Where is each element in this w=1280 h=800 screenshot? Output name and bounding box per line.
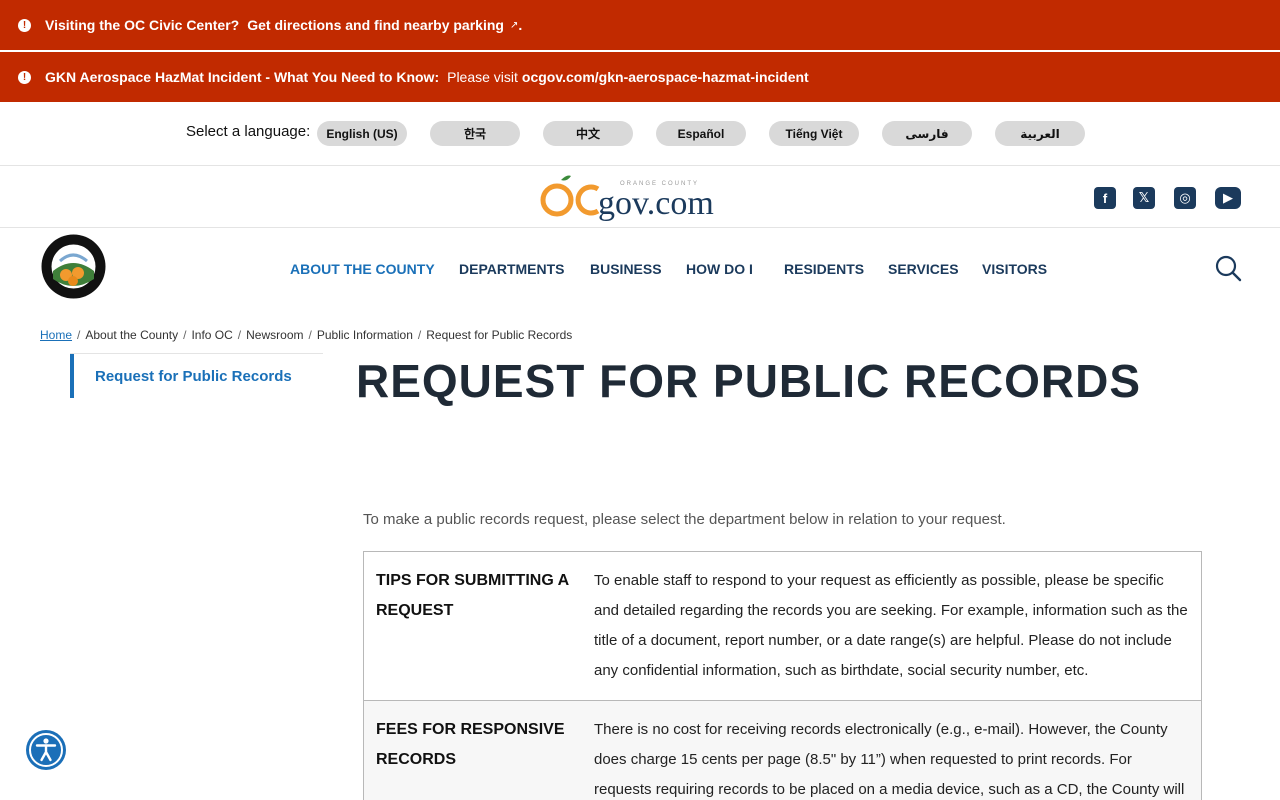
table-row-header: FEES FOR RESPONSIVE RECORDS: [376, 721, 565, 768]
breadcrumb-about[interactable]: About the County: [85, 328, 178, 342]
language-farsi[interactable]: فارسی: [882, 121, 972, 146]
info-table: TIPS FOR SUBMITTING A REQUEST To enable …: [363, 551, 1202, 800]
nav-services[interactable]: SERVICES: [888, 261, 959, 277]
breadcrumb: Home / About the County / Info OC / News…: [40, 328, 572, 342]
county-seal[interactable]: [40, 233, 107, 300]
alert-lead: Visiting the OC Civic Center?: [45, 17, 240, 33]
breadcrumb-separator: /: [308, 328, 312, 342]
brand-bar: gov.com ORANGE COUNTY f 𝕏 ◎ ▶: [0, 166, 1280, 228]
breadcrumb-info-oc[interactable]: Info OC: [191, 328, 232, 342]
youtube-icon[interactable]: ▶: [1215, 187, 1241, 209]
alert-banner-hazmat: ! GKN Aerospace HazMat Incident - What Y…: [0, 52, 1280, 102]
breadcrumb-separator: /: [77, 328, 81, 342]
breadcrumb-separator: /: [183, 328, 187, 342]
alert-icon: !: [18, 18, 31, 32]
table-row: FEES FOR RESPONSIVE RECORDS There is no …: [364, 701, 1201, 800]
search-icon: [1215, 255, 1242, 282]
language-english[interactable]: English (US): [317, 121, 407, 146]
page-title: REQUEST FOR PUBLIC RECORDS: [356, 355, 1142, 407]
table-row-header: TIPS FOR SUBMITTING A REQUEST: [376, 572, 569, 619]
language-spanish[interactable]: Español: [656, 121, 746, 146]
nav-visitors[interactable]: VISITORS: [982, 261, 1047, 277]
alert-icon: !: [18, 70, 31, 84]
accessibility-button[interactable]: [26, 730, 66, 770]
table-row-body: There is no cost for receiving records e…: [594, 721, 1185, 798]
breadcrumb-separator: /: [237, 328, 242, 342]
table-row-body: To enable staff to respond to your reque…: [594, 572, 1188, 679]
nav-departments[interactable]: DEPARTMENTS: [459, 261, 565, 277]
logo-tagline: ORANGE COUNTY: [620, 181, 699, 187]
nav-business[interactable]: BUSINESS: [590, 261, 662, 277]
nav-residents[interactable]: RESIDENTS: [784, 261, 864, 277]
alert-text: Please visit: [447, 69, 518, 85]
ocgov-logo[interactable]: gov.com ORANGE COUNTY: [540, 172, 740, 222]
language-chinese[interactable]: 中文: [543, 121, 633, 146]
language-korean[interactable]: 한국: [430, 121, 520, 146]
alert-lead: GKN Aerospace HazMat Incident - What You…: [45, 69, 440, 85]
breadcrumb-newsroom[interactable]: Newsroom: [246, 328, 303, 342]
alert-hazmat-link[interactable]: ocgov.com/gkn-aerospace-hazmat-incident: [522, 69, 809, 85]
breadcrumb-current: Request for Public Records: [426, 328, 573, 342]
table-row: TIPS FOR SUBMITTING A REQUEST To enable …: [364, 552, 1201, 701]
external-link-icon: ↗: [509, 19, 519, 31]
x-twitter-icon[interactable]: 𝕏: [1133, 187, 1155, 209]
alert-tail: .: [518, 17, 523, 33]
alert-banner-civic-center: ! Visiting the OC Civic Center? Get dire…: [0, 0, 1280, 50]
breadcrumb-public-information[interactable]: Public Information: [317, 328, 413, 342]
county-seal-icon: [41, 234, 106, 299]
ocgov-logo-mark: gov.com ORANGE COUNTY: [540, 175, 714, 222]
language-arabic[interactable]: العربية: [995, 121, 1085, 146]
accessibility-icon: [29, 733, 63, 767]
language-label: Select a language:: [186, 123, 311, 140]
facebook-icon[interactable]: f: [1094, 187, 1116, 209]
instagram-icon[interactable]: ◎: [1174, 187, 1196, 209]
nav-about-the-county[interactable]: ABOUT THE COUNTY: [290, 261, 435, 277]
main-navigation: ABOUT THE COUNTY DEPARTMENTS BUSINESS HO…: [0, 228, 1280, 308]
sidebar-item-request-public-records[interactable]: Request for Public Records: [70, 354, 323, 398]
intro-text: To make a public records request, please…: [363, 511, 1006, 528]
logo-wordmark: gov.com: [598, 185, 714, 222]
breadcrumb-home[interactable]: Home: [40, 328, 72, 342]
search-button[interactable]: [1214, 254, 1242, 282]
language-bar: Select a language: English (US) 한국 中文 Es…: [0, 102, 1280, 166]
language-vietnamese[interactable]: Tiếng Việt: [769, 121, 859, 146]
nav-how-do-i[interactable]: HOW DO I: [686, 261, 753, 277]
alert-directions-link[interactable]: Get directions and find nearby parking: [247, 17, 504, 33]
breadcrumb-separator: /: [417, 328, 422, 342]
